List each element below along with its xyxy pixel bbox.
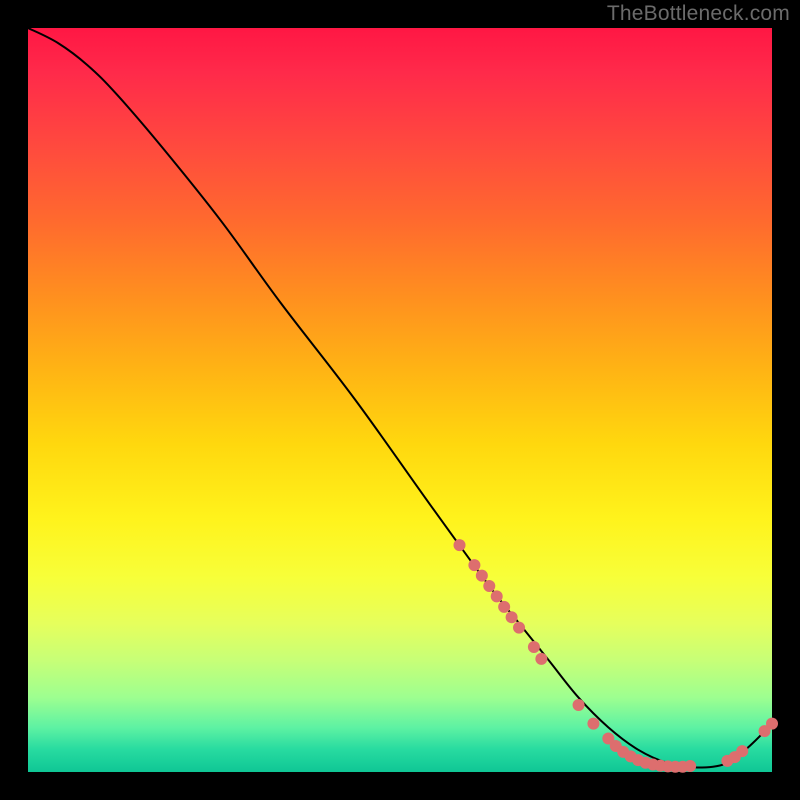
marker-group: [454, 539, 778, 773]
bottleneck-curve: [28, 28, 772, 768]
data-marker: [766, 718, 778, 730]
chart-svg: [28, 28, 772, 772]
data-marker: [491, 590, 503, 602]
data-marker: [573, 699, 585, 711]
data-marker: [528, 641, 540, 653]
watermark-text: TheBottleneck.com: [607, 2, 790, 26]
data-marker: [684, 760, 696, 772]
data-marker: [476, 570, 488, 582]
data-marker: [587, 718, 599, 730]
data-marker: [535, 653, 547, 665]
data-marker: [513, 622, 525, 634]
data-marker: [483, 580, 495, 592]
data-marker: [736, 745, 748, 757]
data-marker: [506, 611, 518, 623]
data-marker: [468, 559, 480, 571]
chart-frame: TheBottleneck.com: [0, 0, 800, 800]
data-marker: [498, 601, 510, 613]
plot-area: [28, 28, 772, 772]
data-marker: [454, 539, 466, 551]
